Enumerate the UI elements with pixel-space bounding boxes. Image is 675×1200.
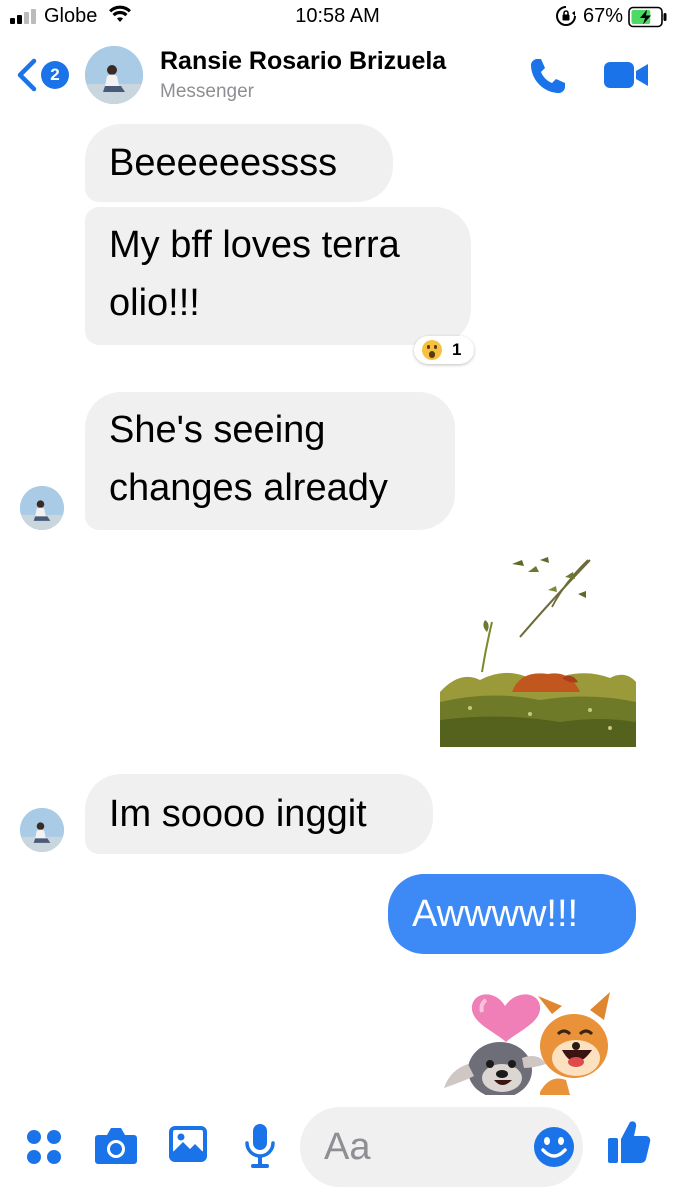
camera-icon[interactable] — [94, 1125, 138, 1165]
conversation-header: 2 Ransie Rosario Brizuela Messenger — [0, 34, 675, 114]
back-chevron-icon[interactable] — [14, 58, 40, 92]
photo-gallery-icon[interactable] — [168, 1125, 208, 1163]
message-bubble-incoming[interactable]: My bff loves terra olio!!! — [85, 207, 471, 345]
message-bubble-outgoing[interactable]: Awwww!!! — [388, 874, 636, 954]
microphone-icon[interactable] — [244, 1123, 276, 1169]
avatar-photo — [20, 486, 64, 530]
sender-avatar[interactable] — [20, 808, 64, 852]
unread-badge[interactable]: 2 — [41, 61, 69, 89]
status-bar: Globe 10:58 AM 67% — [0, 0, 675, 34]
contact-avatar[interactable] — [85, 46, 143, 104]
reaction-count: 1 — [452, 340, 462, 359]
message-text: Awwww!!! — [412, 893, 579, 935]
phone-icon[interactable] — [528, 56, 568, 96]
battery-charging-icon — [628, 6, 667, 28]
surprised-face-icon — [422, 340, 442, 360]
video-camera-icon[interactable] — [603, 60, 649, 90]
composer-bar: Aa — [0, 1095, 675, 1200]
message-input-placeholder: Aa — [324, 1126, 371, 1168]
sender-avatar[interactable] — [20, 486, 64, 530]
sticker-fox-windy-field[interactable] — [440, 552, 636, 747]
message-text: Im soooo inggit — [109, 793, 367, 835]
contact-subtitle: Messenger — [160, 81, 254, 102]
grid-dots-icon[interactable] — [26, 1129, 62, 1165]
avatar-photo — [20, 808, 64, 852]
message-bubble-incoming[interactable]: Im soooo inggit — [85, 774, 433, 854]
message-text: Beeeeeessss — [109, 142, 338, 184]
message-bubble-incoming[interactable]: She's seeing changes already — [85, 392, 455, 530]
sticker-fox-pug-heart[interactable] — [440, 984, 636, 1095]
emoji-icon[interactable] — [533, 1126, 575, 1168]
battery-percent: 67% — [583, 5, 624, 27]
orientation-lock-icon — [556, 6, 576, 26]
contact-name[interactable]: Ransie Rosario Brizuela — [160, 47, 446, 76]
message-bubble-incoming[interactable]: Beeeeeessss — [85, 124, 393, 202]
thumbs-up-icon[interactable] — [607, 1119, 651, 1165]
message-text: My bff loves terra olio!!! — [109, 224, 400, 324]
avatar-photo — [85, 46, 143, 104]
message-reaction[interactable]: 1 — [414, 336, 474, 364]
message-text: She's seeing changes already — [109, 409, 388, 509]
message-input[interactable]: Aa — [300, 1107, 583, 1187]
